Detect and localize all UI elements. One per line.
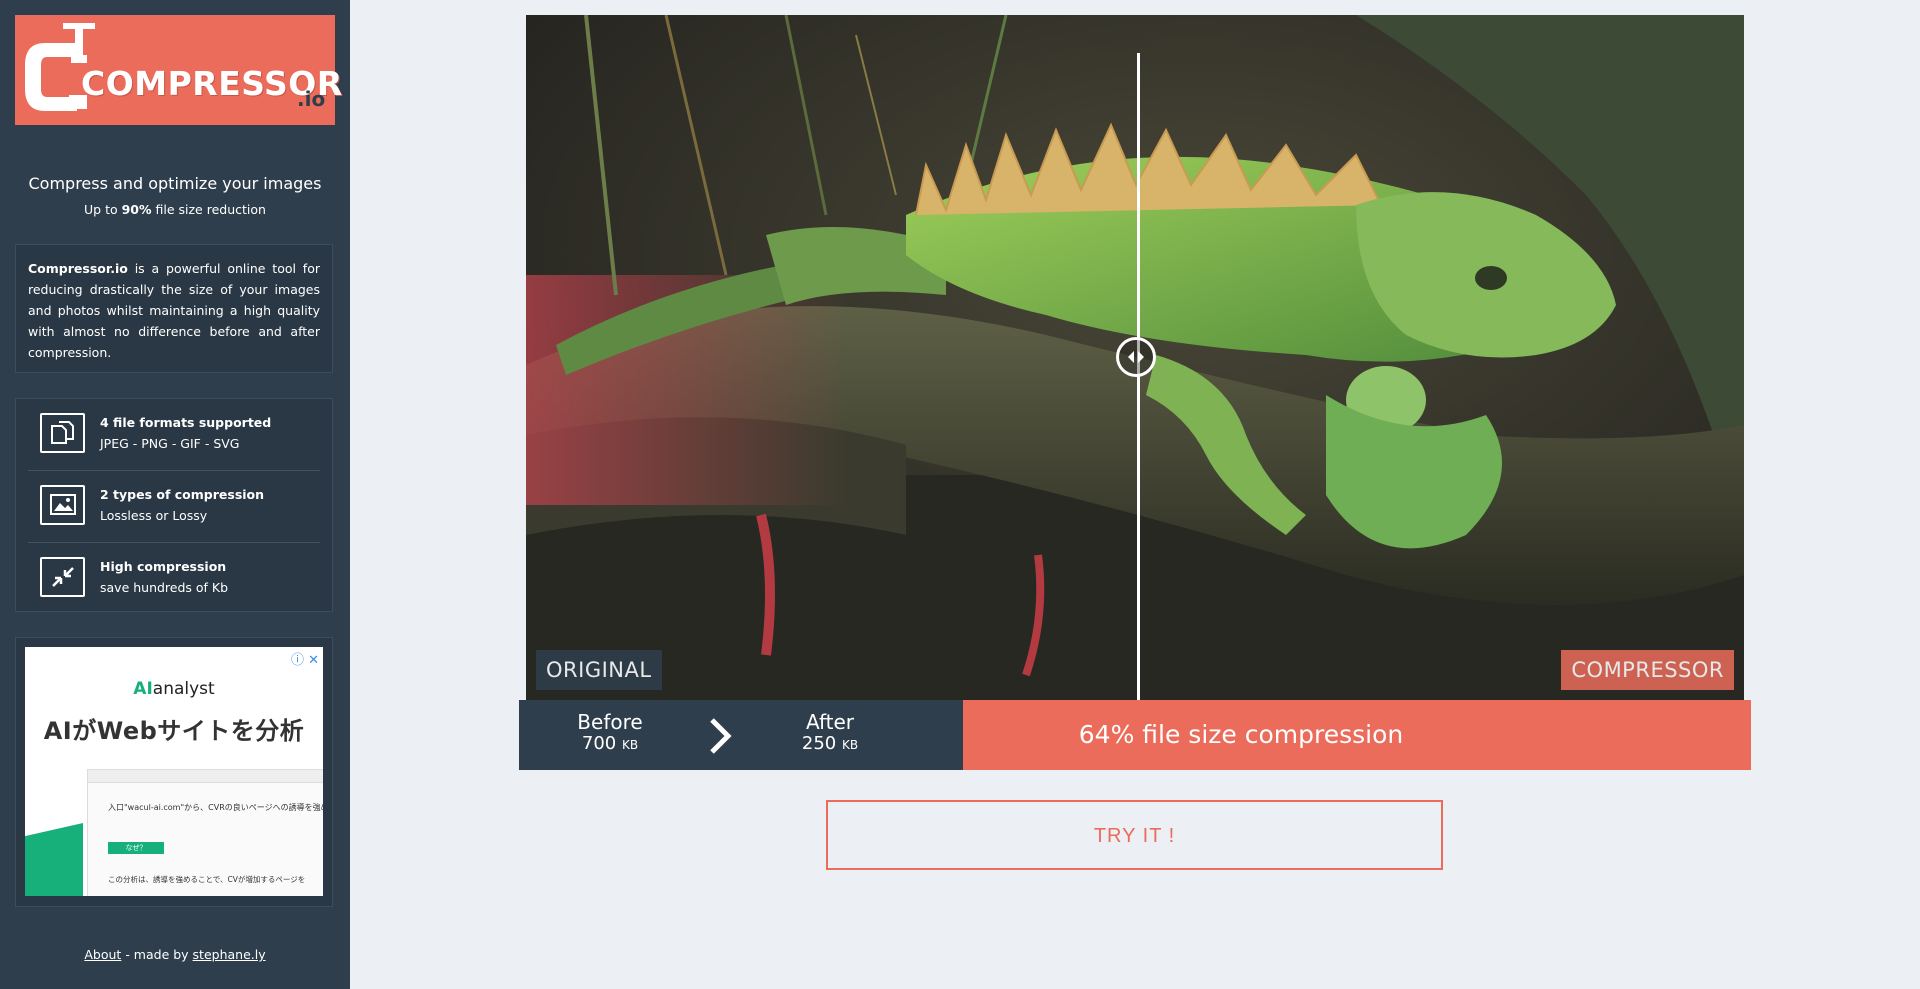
ad-brand: AIanalyst	[133, 679, 215, 699]
features-panel: 4 file formats supported JPEG - PNG - GI…	[15, 398, 333, 612]
feature-subtitle: save hundreds of Kb	[100, 580, 229, 595]
before-value: 700 KB	[581, 733, 639, 754]
ad-mock-button: なぜ？	[108, 842, 164, 854]
after-label: After	[805, 710, 855, 734]
ad-headline: AIがWebサイトを分析	[43, 717, 305, 745]
files-icon	[40, 413, 85, 453]
author-link[interactable]: stephane.ly	[193, 947, 266, 962]
chevron-right-icon	[710, 718, 732, 754]
feature-title: High compression	[100, 559, 227, 574]
label-compressor: COMPRESSOR	[1561, 650, 1734, 690]
left-right-arrows-icon	[1128, 351, 1144, 363]
ad-mock-titlebar	[88, 770, 323, 783]
feature-high-compression: High compression save hundreds of Kb	[28, 543, 320, 615]
description-brand: Compressor.io	[28, 261, 128, 276]
sidebar: COMPRESSOR .io Compress and optimize you…	[0, 0, 350, 989]
ad-panel: ⓘ ✕ AIanalyst AIがWebサイトを分析 入口"wacul-ai.c…	[15, 637, 333, 907]
tagline: Compress and optimize your images	[28, 174, 322, 193]
logo-tld: .io	[297, 87, 326, 111]
comparison-slider-handle[interactable]	[1116, 337, 1156, 377]
feature-subtitle: JPEG - PNG - GIF - SVG	[100, 436, 240, 451]
ad-mock-warning: この分析は、誘導を強めることで、CVが増加するページを	[108, 875, 306, 884]
sidebar-footer: About - made by stephane.ly	[84, 947, 266, 962]
subtagline: Up to 90% file size reduction	[84, 202, 266, 217]
feature-compression-types: 2 types of compression Lossless or Lossy	[28, 471, 320, 543]
image-icon	[40, 485, 85, 525]
advertisement[interactable]: ⓘ ✕ AIanalyst AIがWebサイトを分析 入口"wacul-ai.c…	[25, 647, 323, 896]
logo[interactable]: COMPRESSOR .io	[15, 15, 342, 125]
about-link[interactable]: About	[84, 947, 121, 962]
compression-result: 64% file size compression	[963, 700, 1751, 770]
ad-close-icon[interactable]: ⓘ ✕	[291, 649, 319, 668]
try-it-button[interactable]: TRY IT !	[826, 800, 1443, 870]
ad-decoration	[25, 823, 83, 896]
image-comparison[interactable]: ORIGINAL COMPRESSOR	[526, 15, 1744, 700]
ad-mock-text: 入口"wacul-ai.com"から、CVRの良いページへの誘導を強め	[108, 803, 323, 812]
label-original: ORIGINAL	[536, 650, 662, 690]
before-label: Before	[577, 710, 643, 734]
feature-subtitle: Lossless or Lossy	[100, 508, 208, 523]
after-value: 250 KB	[801, 733, 859, 754]
stats-bar: Before 700 KB After 250 KB 64% file size…	[519, 700, 1751, 770]
ad-screenshot: 入口"wacul-ai.com"から、CVRの良いページへの誘導を強め なぜ？ …	[87, 769, 323, 896]
feature-formats: 4 file formats supported JPEG - PNG - GI…	[28, 399, 320, 471]
before-size: Before 700 KB	[550, 711, 670, 756]
size-stats: Before 700 KB After 250 KB	[519, 700, 963, 770]
after-size: After 250 KB	[770, 711, 890, 756]
description-panel: Compressor.io is a powerful online tool …	[15, 244, 333, 373]
feature-title: 2 types of compression	[100, 487, 265, 502]
compress-arrows-icon	[40, 557, 85, 597]
feature-title: 4 file formats supported	[100, 415, 272, 430]
